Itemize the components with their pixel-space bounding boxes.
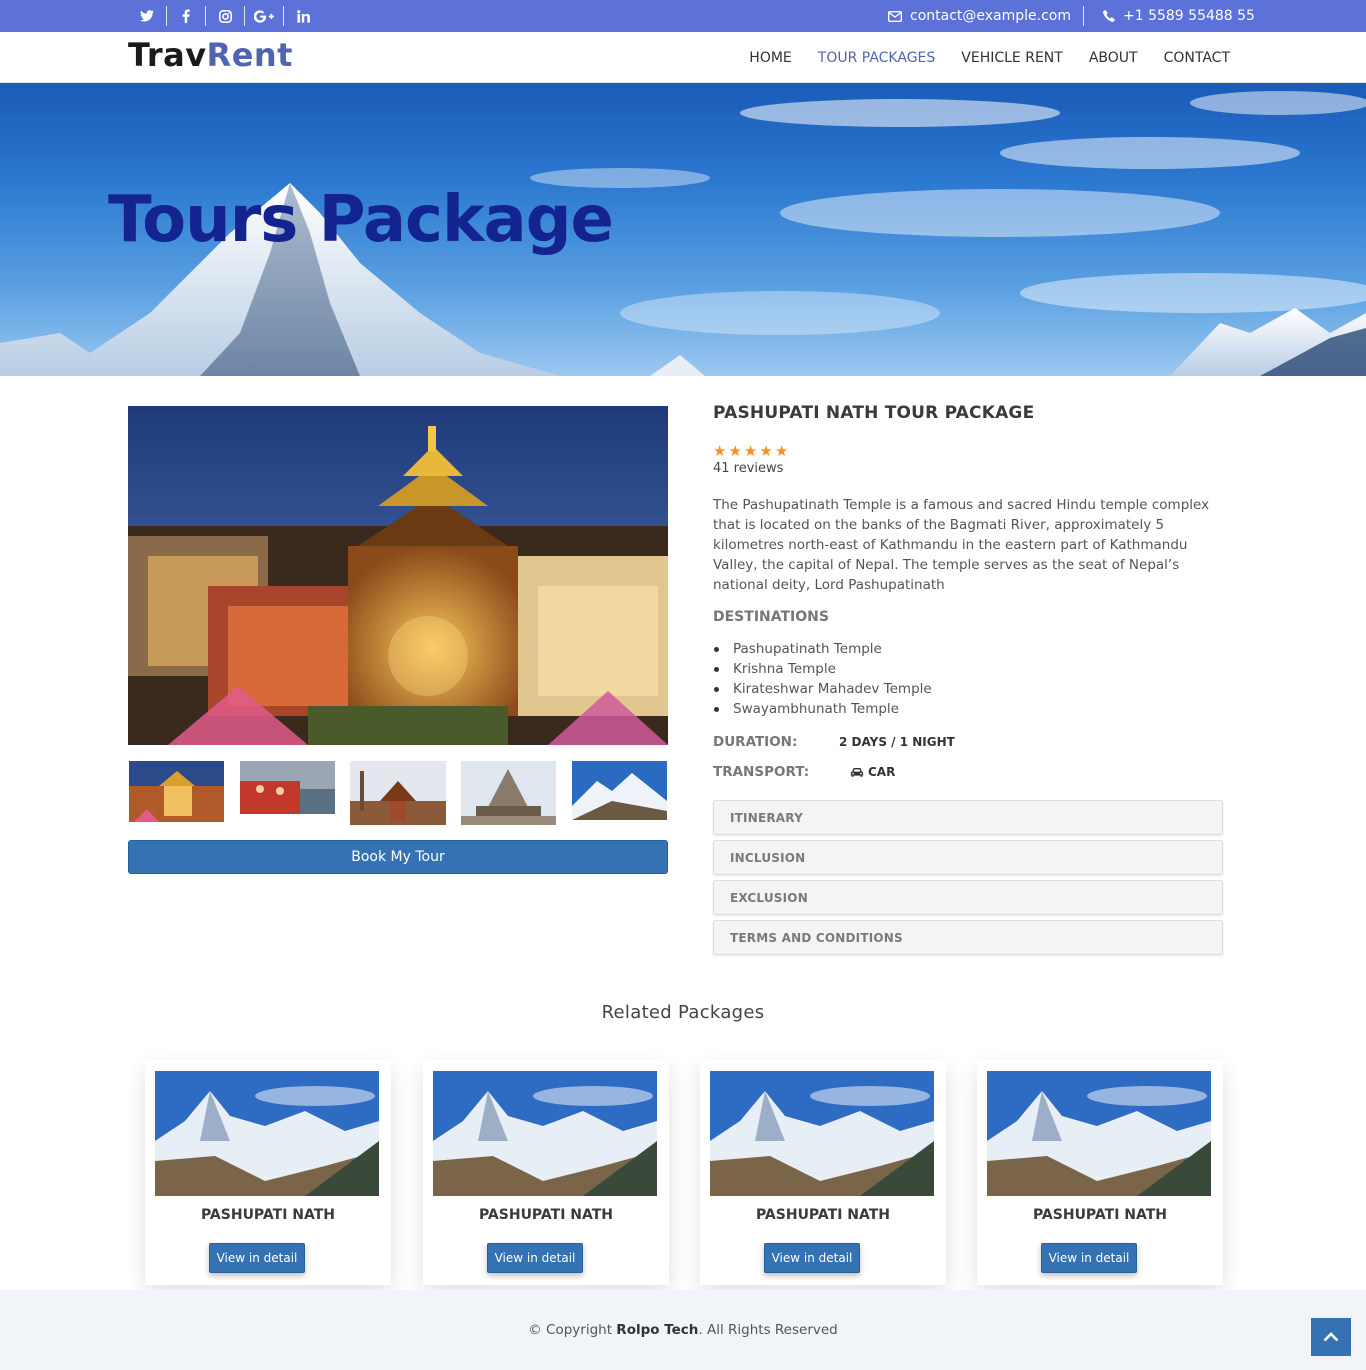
thumbnail-2[interactable] <box>240 761 335 814</box>
contact-email[interactable]: contact@example.com <box>888 0 1071 32</box>
related-package-image[interactable] <box>710 1071 934 1196</box>
book-my-tour-button[interactable]: Book My Tour <box>128 840 668 874</box>
google-plus-icon[interactable] <box>245 0 283 32</box>
thumbnail-3[interactable] <box>350 761 446 825</box>
logo-text-part2: Rent <box>206 36 293 74</box>
nav-vehicle-rent[interactable]: VEHICLE RENT <box>961 50 1063 66</box>
related-package-image[interactable] <box>155 1071 379 1196</box>
package-main-image <box>128 406 668 745</box>
destinations-heading: DESTINATIONS <box>713 609 829 625</box>
phone-icon <box>1103 10 1115 22</box>
logo-text-part1: Trav <box>128 36 207 74</box>
star-icon: ★ <box>713 442 727 460</box>
hero-title: Tours Package <box>108 183 614 257</box>
site-footer: © Copyright Rolpo Tech. All Rights Reser… <box>0 1290 1366 1370</box>
accordion-itinerary[interactable]: ITINERARY <box>713 800 1223 835</box>
star-icon: ★ <box>759 442 773 460</box>
accordion-inclusion[interactable]: INCLUSION <box>713 840 1223 875</box>
back-to-top-button[interactable] <box>1311 1318 1351 1356</box>
transport-label: TRANSPORT: <box>713 764 810 780</box>
related-package-title: PASHUPATI NATH <box>1032 1207 1168 1223</box>
thumbnail-4[interactable] <box>461 761 556 825</box>
transport-value: CAR <box>850 765 895 779</box>
view-in-detail-button[interactable]: View in detail <box>209 1243 305 1273</box>
envelope-icon <box>888 10 902 22</box>
contact-email-text: contact@example.com <box>910 8 1071 24</box>
nav-contact[interactable]: CONTACT <box>1164 50 1230 66</box>
nav-tour-packages[interactable]: TOUR PACKAGES <box>818 50 936 66</box>
related-package-image[interactable] <box>987 1071 1211 1196</box>
thumbnail-1[interactable] <box>129 761 224 822</box>
related-package-image[interactable] <box>433 1071 657 1196</box>
related-package-card: PASHUPATI NATH View in detail <box>977 1060 1223 1285</box>
copyright-prefix: © Copyright <box>528 1322 617 1338</box>
copyright-suffix: . All Rights Reserved <box>698 1322 838 1338</box>
nav-about[interactable]: ABOUT <box>1089 50 1138 66</box>
linkedin-icon[interactable] <box>284 0 322 32</box>
star-icon: ★ <box>728 442 742 460</box>
view-in-detail-button[interactable]: View in detail <box>1041 1243 1137 1273</box>
destination-item: Pashupatinath Temple <box>713 639 932 659</box>
related-package-card: PASHUPATI NATH View in detail <box>700 1060 946 1285</box>
star-icon: ★ <box>743 442 758 460</box>
related-package-title: PASHUPATI NATH <box>755 1207 891 1223</box>
destination-item: Krishna Temple <box>713 659 932 679</box>
copyright-company[interactable]: Rolpo Tech <box>616 1322 698 1338</box>
duration-label: DURATION: <box>713 734 798 750</box>
hero-banner: Tours Package <box>0 83 1366 376</box>
accordion-exclusion[interactable]: EXCLUSION <box>713 880 1223 915</box>
thumbnail-gallery <box>128 761 668 825</box>
destination-item: Swayambhunath Temple <box>713 699 932 719</box>
top-bar: contact@example.com +1 5589 55488 55 <box>0 0 1366 32</box>
car-icon <box>850 767 864 777</box>
copyright-text: © Copyright Rolpo Tech. All Rights Reser… <box>0 1322 1366 1338</box>
package-title: PASHUPATI NATH TOUR PACKAGE <box>713 403 1035 423</box>
contact-phone[interactable]: +1 5589 55488 55 <box>1103 0 1255 32</box>
related-package-title: PASHUPATI NATH <box>200 1207 336 1223</box>
contact-phone-text: +1 5589 55488 55 <box>1123 8 1255 24</box>
package-info: PASHUPATI NATH TOUR PACKAGE ★ ★ ★ ★ ★ 41… <box>713 403 1223 780</box>
rating-stars: ★ ★ ★ ★ ★ <box>713 442 790 460</box>
related-package-title: PASHUPATI NATH <box>478 1207 614 1223</box>
related-packages-title: Related Packages <box>601 1002 765 1023</box>
star-icon: ★ <box>774 442 789 460</box>
site-logo[interactable]: TravRent <box>128 36 293 74</box>
package-description: The Pashupatinath Temple is a famous and… <box>713 497 1210 593</box>
related-package-card: PASHUPATI NATH View in detail <box>423 1060 669 1285</box>
contact-divider <box>1083 6 1084 26</box>
twitter-icon[interactable] <box>128 0 166 32</box>
accordion-terms[interactable]: TERMS AND CONDITIONS <box>713 920 1223 955</box>
chevron-up-icon <box>1323 1332 1339 1342</box>
facebook-icon[interactable] <box>167 0 205 32</box>
nav-home[interactable]: HOME <box>749 50 791 66</box>
destinations-list: Pashupatinath Temple Krishna Temple Kira… <box>713 639 932 719</box>
duration-value: 2 DAYS / 1 NIGHT <box>839 735 955 749</box>
related-package-card: PASHUPATI NATH View in detail <box>145 1060 391 1285</box>
view-in-detail-button[interactable]: View in detail <box>764 1243 860 1273</box>
transport-text: CAR <box>868 765 896 779</box>
thumbnail-5[interactable] <box>572 761 667 820</box>
view-in-detail-button[interactable]: View in detail <box>487 1243 583 1273</box>
site-header: TravRent HOME TOUR PACKAGES VEHICLE RENT… <box>0 32 1366 83</box>
review-count: 41 reviews <box>713 461 784 476</box>
main-nav: HOME TOUR PACKAGES VEHICLE RENT ABOUT CO… <box>723 32 1230 83</box>
destination-item: Kirateshwar Mahadev Temple <box>713 679 932 699</box>
social-links <box>128 0 322 32</box>
instagram-icon[interactable] <box>206 0 244 32</box>
